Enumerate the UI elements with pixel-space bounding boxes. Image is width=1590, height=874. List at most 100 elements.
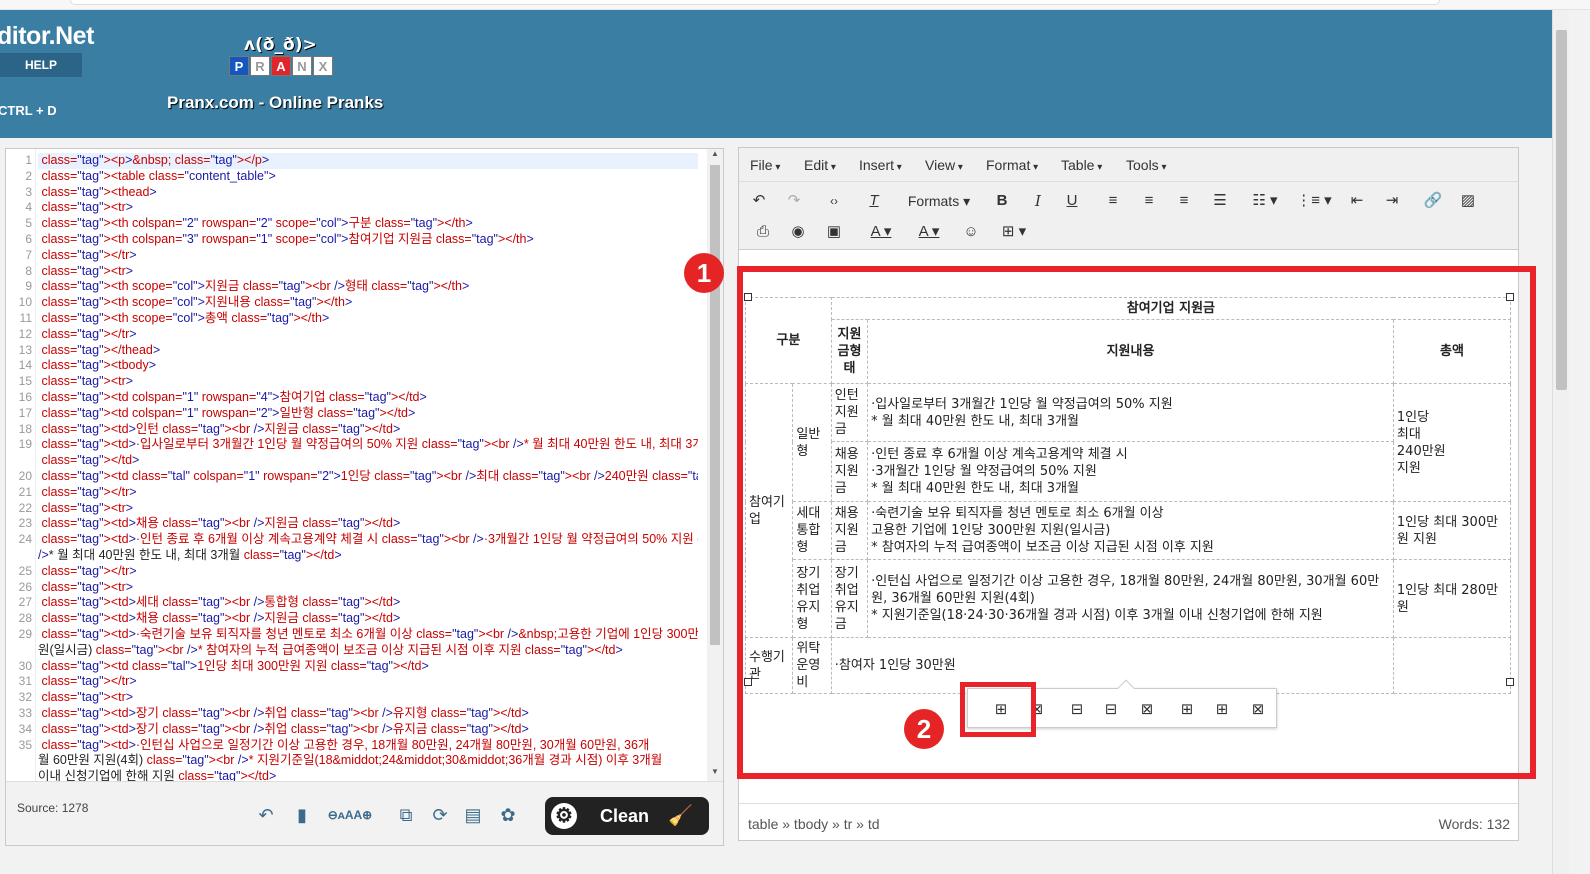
element-path[interactable]: table » tbody » tr » td bbox=[748, 816, 880, 832]
sync-icon[interactable]: ⟳ bbox=[430, 804, 450, 826]
page-scrollbar[interactable] bbox=[1552, 10, 1569, 874]
bullet-list-icon[interactable]: ☷ ▾ bbox=[1247, 189, 1283, 213]
code-line[interactable]: class="tag"><tr> bbox=[38, 580, 698, 596]
code-line[interactable]: class="tag"><tr> bbox=[38, 200, 698, 216]
help-button[interactable]: HELP bbox=[0, 53, 82, 77]
code-line[interactable]: class="tag"><table class="content_table"… bbox=[38, 169, 698, 185]
media-icon[interactable]: ▣ bbox=[823, 220, 845, 244]
palette-icon[interactable]: ✿ bbox=[498, 804, 518, 826]
page-scrollbar-thumb[interactable] bbox=[1556, 30, 1567, 390]
align-center-icon[interactable]: ≡ bbox=[1138, 189, 1160, 213]
code-line[interactable]: class="tag"><tr> bbox=[38, 374, 698, 390]
outdent-icon[interactable]: ⇤ bbox=[1346, 189, 1368, 213]
menu-table[interactable]: Table bbox=[1061, 157, 1102, 173]
underline-icon[interactable]: U bbox=[1061, 189, 1083, 213]
code-line[interactable]: class="tag"><td>·입사일로부터 3개월간 1인당 월 약정급여의… bbox=[38, 437, 698, 453]
font-size-icon[interactable]: ⊖ᴀAA⊕ bbox=[324, 804, 376, 826]
scroll-up-icon[interactable]: ▲ bbox=[707, 149, 723, 163]
code-icon[interactable]: ‹› bbox=[823, 189, 845, 213]
code-line[interactable]: class="tag"><tr> bbox=[38, 690, 698, 706]
new-document-icon[interactable]: ▮ bbox=[292, 804, 312, 826]
undo-icon[interactable]: ↶ bbox=[748, 189, 770, 213]
code-line[interactable]: class="tag"><td>·인턴십 사업으로 일정기간 이상 고용한 경우… bbox=[38, 738, 698, 754]
code-line[interactable]: class="tag"></tr> bbox=[38, 248, 698, 264]
line-number: 15 bbox=[18, 374, 32, 389]
clipboard-icon[interactable]: ▤ bbox=[463, 804, 483, 826]
align-justify-icon[interactable]: ☰ bbox=[1209, 189, 1231, 213]
code-line[interactable]: class="tag"></tr> bbox=[38, 485, 698, 501]
code-line[interactable]: class="tag"></tr> bbox=[38, 564, 698, 580]
align-right-icon[interactable]: ≡ bbox=[1173, 189, 1195, 213]
code-line[interactable]: class="tag"></thead> bbox=[38, 343, 698, 359]
clear-format-icon[interactable]: T bbox=[863, 189, 885, 213]
undo-icon[interactable]: ↶ bbox=[256, 804, 276, 826]
code-line[interactable]: class="tag"><td class="tal">1인당 최대 300만원… bbox=[38, 659, 698, 675]
code-line[interactable]: class="tag"></tr> bbox=[38, 327, 698, 343]
text-color-icon[interactable]: A ▾ bbox=[861, 220, 901, 244]
code-line[interactable]: class="tag"><tr> bbox=[38, 501, 698, 517]
menu-edit[interactable]: Edit bbox=[804, 157, 836, 173]
code-line[interactable]: />* 월 최대 40만원 한도 내, 최대 3개월 class="tag"><… bbox=[38, 548, 698, 564]
align-left-icon[interactable]: ≡ bbox=[1102, 189, 1124, 213]
code-line[interactable]: class="tag"><thead> bbox=[38, 185, 698, 201]
code-line[interactable]: class="tag"><td>·인턴 종료 후 6개월 이상 계속고용계약 체… bbox=[38, 532, 698, 548]
menu-tools[interactable]: Tools bbox=[1126, 157, 1167, 173]
source-scrollbar-thumb[interactable] bbox=[710, 165, 720, 645]
code-line[interactable]: 이내 신청기업에 한해 지원 class="tag"></td> bbox=[38, 769, 698, 781]
code-line[interactable]: class="tag"><th colspan="2" rowspan="2" … bbox=[38, 216, 698, 232]
print-icon[interactable]: ⎙ bbox=[752, 220, 774, 244]
code-line[interactable]: class="tag"><th scope="col">총액 class="ta… bbox=[38, 311, 698, 327]
editor-menubar: File Edit Insert View Format Table Tools bbox=[739, 148, 1518, 182]
code-line[interactable]: class="tag"><tr> bbox=[38, 264, 698, 280]
code-line[interactable]: class="tag"><td>채용 class="tag"><br />지원금… bbox=[38, 611, 698, 627]
link-icon[interactable]: 🔗 bbox=[1422, 189, 1444, 213]
line-number: 19 bbox=[18, 437, 32, 452]
code-line[interactable]: class="tag"><th scope="col">지원내용 class="… bbox=[38, 295, 698, 311]
background-color-icon[interactable]: A ▾ bbox=[909, 220, 949, 244]
pranx-tile: N bbox=[292, 56, 312, 76]
code-line[interactable]: class="tag"><td>장기 class="tag"><br />취업 … bbox=[38, 722, 698, 738]
code-line[interactable]: class="tag"><td>·숙련기술 보유 퇴직자를 청년 멘토로 최소 … bbox=[38, 627, 698, 643]
emoticon-icon[interactable]: ☺ bbox=[960, 220, 982, 244]
code-line[interactable]: class="tag"><th colspan="3" rowspan="1" … bbox=[38, 232, 698, 248]
numbered-list-icon[interactable]: ⋮≡ ▾ bbox=[1296, 189, 1332, 213]
line-number: 23 bbox=[18, 516, 32, 531]
code-line[interactable]: class="tag"><td>장기 class="tag"><br />취업 … bbox=[38, 706, 698, 722]
code-line[interactable]: class="tag"><td>인턴 class="tag"><br />지원금… bbox=[38, 422, 698, 438]
line-number: 16 bbox=[18, 390, 32, 404]
menu-insert[interactable]: Insert bbox=[859, 157, 902, 173]
code-line[interactable]: class="tag"><td class="tal" colspan="1" … bbox=[38, 469, 698, 485]
pranx-caption[interactable]: Pranx.com - Online Pranks bbox=[167, 93, 383, 113]
redo-icon[interactable]: ↷ bbox=[783, 189, 805, 213]
code-line[interactable]: class="tag"><td colspan="1" rowspan="2">… bbox=[38, 406, 698, 422]
code-line[interactable]: class="tag"><td colspan="1" rowspan="4">… bbox=[38, 390, 698, 406]
code-line[interactable]: class="tag"><td>세대 class="tag"><br />통합형… bbox=[38, 595, 698, 611]
menu-file[interactable]: File bbox=[750, 157, 780, 173]
code-line[interactable]: class="tag"><p>&nbsp; class="tag"></p> bbox=[38, 153, 698, 169]
code-line[interactable]: class="tag"><th scope="col">지원금 class="t… bbox=[38, 279, 698, 295]
code-line[interactable]: class="tag"></tr> bbox=[38, 674, 698, 690]
code-line[interactable]: 원(일시금) class="tag"><br />* 참여자의 누적 급여종액이… bbox=[38, 643, 698, 659]
code-line[interactable]: 월 60만원 지원(4회) class="tag"><br />* 지원기준일(… bbox=[38, 753, 698, 769]
source-scrollbar[interactable]: ▲ ▼ bbox=[707, 149, 723, 781]
bold-icon[interactable]: B bbox=[991, 189, 1013, 213]
line-number: 14 bbox=[18, 358, 32, 373]
menu-view[interactable]: View bbox=[925, 157, 963, 173]
preview-icon[interactable]: ◉ bbox=[787, 220, 809, 244]
code-line[interactable]: class="tag"><tbody> bbox=[38, 358, 698, 374]
scroll-down-icon[interactable]: ▼ bbox=[707, 767, 723, 781]
formats-dropdown[interactable]: Formats ▾ bbox=[901, 189, 977, 213]
source-code-area[interactable]: class="tag"><p>&nbsp; class="tag"></p> c… bbox=[38, 149, 706, 781]
table-icon[interactable]: ⊞ ▾ bbox=[996, 220, 1032, 244]
wrap-icon[interactable]: ⧉ bbox=[396, 804, 416, 826]
pranx-ad[interactable]: ʌ(ð_ð)> P R A N X Pranx.com - Online Pra… bbox=[166, 32, 398, 116]
indent-icon[interactable]: ⇥ bbox=[1381, 189, 1403, 213]
menu-format[interactable]: Format bbox=[986, 157, 1038, 173]
line-number: 25 bbox=[18, 563, 32, 578]
line-number: 34 bbox=[18, 721, 32, 736]
clean-button[interactable]: ⚙ Clean 🧹 bbox=[545, 797, 709, 835]
code-line[interactable]: class="tag"></td> bbox=[38, 453, 698, 469]
image-icon[interactable]: ▨ bbox=[1457, 189, 1479, 213]
code-line[interactable]: class="tag"><td>채용 class="tag"><br />지원금… bbox=[38, 516, 698, 532]
italic-icon[interactable]: I bbox=[1027, 189, 1049, 213]
